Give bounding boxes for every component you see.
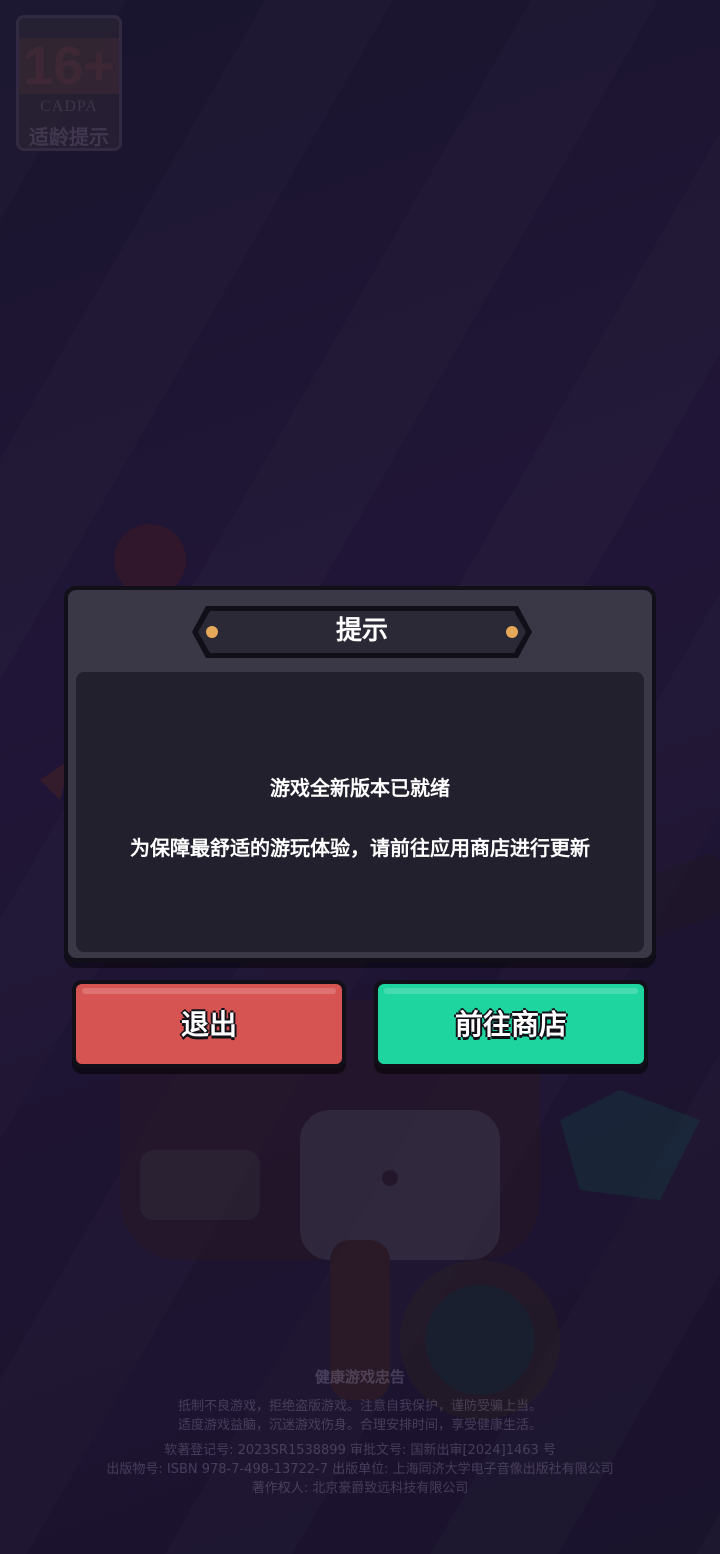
dialog-title: 提示 [335,616,388,646]
age-rating-badge: 16+ CADPA 适龄提示 [16,15,122,151]
dialog-body: 游戏全新版本已就绪 为保障最舒适的游玩体验，请前往应用商店进行更新 [76,672,644,952]
go-to-store-button[interactable]: 前往商店 [374,980,648,1068]
health-advice-line-2: 适度游戏益脑，沉迷游戏伤身。合理安排时间，享受健康生活。 [177,1418,542,1433]
exit-button-label: 退出 [180,1008,237,1041]
copyright-line: 著作权人: 北京豪爵致远科技有限公司 [251,1481,469,1496]
dialog-title-plate: 提示 [192,604,532,660]
health-advice-line-1: 抵制不良游戏，拒绝盗版游戏。注意自我保护，谨防受骗上当。 [177,1399,542,1414]
health-notice-title: 健康游戏忠告 [314,1368,405,1386]
game-screen: 16+ CADPA 适龄提示 提示 游戏全新版本已就绪 为保障最舒适的游玩体验，… [0,0,720,1554]
age-rating-org: CADPA [40,98,98,115]
dialog-message-headline: 游戏全新版本已就绪 [270,776,450,800]
publication-line: 出版物号: ISBN 978-7-498-13722-7 出版单位: 上海同济大… [106,1462,614,1477]
update-dialog: 提示 游戏全新版本已就绪 为保障最舒适的游玩体验，请前往应用商店进行更新 [64,586,656,962]
exit-button-shine [82,988,336,994]
dialog-message-detail: 为保障最舒适的游玩体验，请前往应用商店进行更新 [130,836,590,860]
store-button-label: 前往商店 [454,1008,567,1041]
health-notice-footer: 健康游戏忠告 抵制不良游戏，拒绝盗版游戏。注意自我保护，谨防受骗上当。 适度游戏… [0,1366,720,1498]
exit-button[interactable]: 退出 [72,980,346,1068]
store-button-shine [384,988,638,994]
age-rating-caption: 适龄提示 [29,125,109,149]
registration-line: 软著登记号: 2023SR1538899 审批文号: 国新出审[2024]146… [164,1443,556,1458]
age-rating-number: 16+ [19,38,119,94]
